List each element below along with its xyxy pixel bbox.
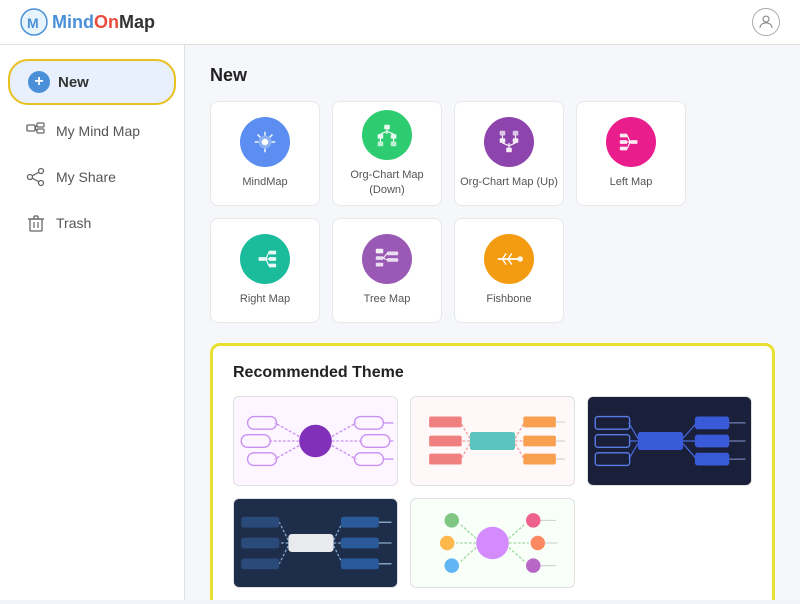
sidebar-item-label: Trash [56,215,91,231]
new-plus-icon: + [28,71,50,93]
svg-text:M: M [27,15,39,31]
sidebar-item-trash[interactable]: Trash [8,201,176,245]
share-icon [26,167,46,187]
logo-map: Map [119,12,155,33]
recommended-title: Recommended Theme [233,364,752,382]
logo: M MindOnMap [20,8,155,36]
theme-card-1[interactable] [233,396,398,486]
fishbone-label: Fishbone [486,292,531,306]
theme-card-2[interactable] [410,396,575,486]
sidebar-item-my-mind-map[interactable]: My Mind Map [8,109,176,153]
map-grid: MindMap Org-Chart Map(Down) Org-Chart Ma… [210,101,775,323]
theme-card-3[interactable] [587,396,752,486]
org-up-label: Org-Chart Map (Up) [460,175,558,189]
sidebar: + New My Mind Map My Share Trash [0,45,185,600]
content-area: New MindMap Org-Chart Map(Down) [185,45,800,600]
logo-on: On [94,12,119,33]
map-card-org-down[interactable]: Org-Chart Map(Down) [332,101,442,206]
theme-card-4[interactable] [233,498,398,588]
logo-icon: M [20,8,48,36]
tree-map-label: Tree Map [364,292,411,306]
mind-map-icon [26,121,46,141]
map-card-tree-map[interactable]: Tree Map [332,218,442,323]
right-map-icon [240,234,290,284]
left-map-icon [606,117,656,167]
left-map-label: Left Map [610,175,653,189]
map-card-left-map[interactable]: Left Map [576,101,686,206]
mindmap-label: MindMap [242,175,287,189]
org-up-icon [484,117,534,167]
recommended-section: Recommended Theme [210,343,775,600]
logo-mind: Mind [52,12,94,33]
sidebar-item-my-share[interactable]: My Share [8,155,176,199]
trash-icon [26,213,46,233]
map-card-mindmap[interactable]: MindMap [210,101,320,206]
new-button[interactable]: + New [8,59,176,105]
main-layout: + New My Mind Map My Share Trash New [0,45,800,600]
mindmap-icon [240,117,290,167]
sidebar-item-label: My Mind Map [56,123,140,139]
map-card-org-up[interactable]: Org-Chart Map (Up) [454,101,564,206]
org-down-icon [362,110,412,160]
sidebar-item-label: My Share [56,169,116,185]
theme-card-5[interactable] [410,498,575,588]
new-label: New [58,74,89,91]
header: M MindOnMap [0,0,800,45]
fishbone-icon [484,234,534,284]
right-map-label: Right Map [240,292,290,306]
theme-grid [233,396,752,588]
map-card-right-map[interactable]: Right Map [210,218,320,323]
user-avatar[interactable] [752,8,780,36]
org-down-label: Org-Chart Map(Down) [350,168,423,197]
map-card-fishbone[interactable]: Fishbone [454,218,564,323]
tree-map-icon [362,234,412,284]
new-section-title: New [210,65,775,86]
